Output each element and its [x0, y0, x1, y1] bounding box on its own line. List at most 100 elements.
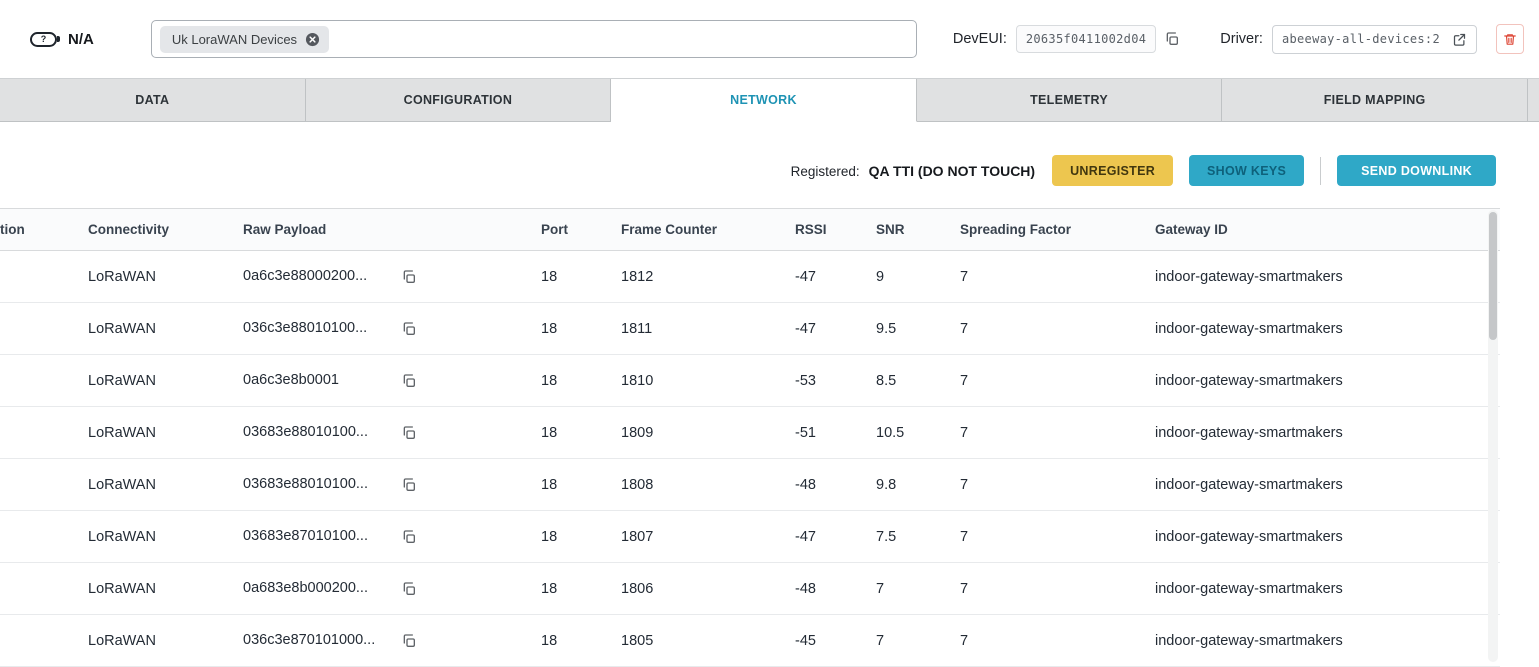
- raw-payload-value: 03683e88010100...: [243, 476, 393, 492]
- station-cell: [0, 563, 88, 615]
- rssi-cell: -47: [795, 251, 876, 303]
- snr-cell: 10.5: [876, 407, 960, 459]
- column-header: RSSI: [795, 209, 876, 251]
- external-link-icon[interactable]: [1452, 32, 1467, 47]
- raw-payload-cell: 036c3e88010100...: [243, 303, 541, 355]
- table-row[interactable]: LoRaWAN0a6c3e88000200...181812-4797indoo…: [0, 251, 1500, 303]
- chip-close-icon[interactable]: [305, 32, 320, 47]
- frame-counter-cell: 1805: [621, 615, 795, 667]
- frame-counter-cell: 1808: [621, 459, 795, 511]
- tab-field-mapping[interactable]: FIELD MAPPING: [1222, 79, 1528, 122]
- column-header: tion: [0, 209, 88, 251]
- station-cell: [0, 355, 88, 407]
- registered-label: Registered:: [791, 164, 860, 179]
- spreading-factor-cell: 7: [960, 511, 1155, 563]
- table-row[interactable]: LoRaWAN036c3e88010100...181811-479.57ind…: [0, 303, 1500, 355]
- spreading-factor-cell: 7: [960, 355, 1155, 407]
- connectivity-cell: LoRaWAN: [88, 251, 243, 303]
- raw-payload-cell: 0a683e8b000200...: [243, 563, 541, 615]
- delete-device-button[interactable]: [1496, 24, 1524, 54]
- table-row[interactable]: LoRaWAN036c3e870101000...181805-4577indo…: [0, 615, 1500, 667]
- gateway-id-cell: indoor-gateway-smartmakers: [1155, 459, 1500, 511]
- station-cell: [0, 459, 88, 511]
- port-cell: 18: [541, 355, 621, 407]
- copy-deveui-button[interactable]: [1162, 29, 1182, 49]
- copy-payload-icon[interactable]: [401, 373, 417, 389]
- rssi-cell: -53: [795, 355, 876, 407]
- raw-payload-cell: 0a6c3e8b0001: [243, 355, 541, 407]
- registered-status: Registered: QA TTI (DO NOT TOUCH): [791, 163, 1035, 179]
- copy-payload-icon[interactable]: [401, 477, 417, 493]
- copy-payload-icon[interactable]: [401, 581, 417, 597]
- frame-counter-cell: 1812: [621, 251, 795, 303]
- copy-payload-icon[interactable]: [401, 269, 417, 285]
- gateway-id-cell: indoor-gateway-smartmakers: [1155, 355, 1500, 407]
- table-row[interactable]: LoRaWAN03683e88010100...181809-5110.57in…: [0, 407, 1500, 459]
- table-scrollbar[interactable]: [1488, 210, 1498, 662]
- gateway-id-cell: indoor-gateway-smartmakers: [1155, 563, 1500, 615]
- table-header-row: tionConnectivityRaw PayloadPortFrame Cou…: [0, 209, 1500, 251]
- table-row[interactable]: LoRaWAN03683e87010100...181807-477.57ind…: [0, 511, 1500, 563]
- filter-chip-label: Uk LoraWAN Devices: [172, 32, 297, 47]
- copy-payload-icon[interactable]: [401, 425, 417, 441]
- device-detail-page: ? N/A Uk LoraWAN Devices DevEUI: 20635f0…: [0, 0, 1539, 666]
- driver-value-box: abeeway-all-devices:2: [1272, 25, 1477, 54]
- battery-unknown-icon: ?: [30, 32, 57, 47]
- spreading-factor-cell: 7: [960, 459, 1155, 511]
- frame-counter-cell: 1806: [621, 563, 795, 615]
- column-header: SNR: [876, 209, 960, 251]
- unregister-button[interactable]: UNREGISTER: [1052, 155, 1173, 186]
- uplink-table: tionConnectivityRaw PayloadPortFrame Cou…: [0, 208, 1500, 667]
- gateway-id-cell: indoor-gateway-smartmakers: [1155, 511, 1500, 563]
- tab-telemetry[interactable]: TELEMETRY: [917, 79, 1223, 122]
- connectivity-cell: LoRaWAN: [88, 615, 243, 667]
- table-row[interactable]: LoRaWAN0a683e8b000200...181806-4877indoo…: [0, 563, 1500, 615]
- snr-cell: 9.8: [876, 459, 960, 511]
- battery-question-glyph: ?: [41, 35, 47, 44]
- gateway-id-cell: indoor-gateway-smartmakers: [1155, 251, 1500, 303]
- port-cell: 18: [541, 303, 621, 355]
- station-cell: [0, 511, 88, 563]
- raw-payload-value: 03683e87010100...: [243, 528, 393, 544]
- frame-counter-cell: 1810: [621, 355, 795, 407]
- registered-value: QA TTI (DO NOT TOUCH): [869, 163, 1035, 179]
- deveui-value: 20635f0411002d04: [1016, 25, 1156, 53]
- port-cell: 18: [541, 615, 621, 667]
- snr-cell: 7: [876, 615, 960, 667]
- tab-configuration[interactable]: CONFIGURATION: [306, 79, 612, 122]
- copy-payload-icon[interactable]: [401, 633, 417, 649]
- tab-data[interactable]: DATA: [0, 79, 306, 122]
- snr-cell: 7: [876, 563, 960, 615]
- column-header: Port: [541, 209, 621, 251]
- uplink-table-container: tionConnectivityRaw PayloadPortFrame Cou…: [0, 208, 1500, 667]
- gateway-id-cell: indoor-gateway-smartmakers: [1155, 303, 1500, 355]
- trash-icon: [1503, 32, 1517, 47]
- spreading-factor-cell: 7: [960, 407, 1155, 459]
- table-body: LoRaWAN0a6c3e88000200...181812-4797indoo…: [0, 251, 1500, 667]
- frame-counter-cell: 1809: [621, 407, 795, 459]
- battery-status: ? N/A: [30, 31, 94, 48]
- copy-payload-icon[interactable]: [401, 321, 417, 337]
- raw-payload-cell: 03683e88010100...: [243, 407, 541, 459]
- raw-payload-cell: 03683e88010100...: [243, 459, 541, 511]
- filter-chip[interactable]: Uk LoraWAN Devices: [160, 26, 329, 53]
- raw-payload-cell: 03683e87010100...: [243, 511, 541, 563]
- scrollbar-thumb[interactable]: [1489, 212, 1497, 340]
- copy-payload-icon[interactable]: [401, 529, 417, 545]
- device-group-filter-input[interactable]: Uk LoraWAN Devices: [151, 20, 917, 58]
- battery-status-label: N/A: [68, 31, 94, 48]
- rssi-cell: -47: [795, 303, 876, 355]
- snr-cell: 9.5: [876, 303, 960, 355]
- send-downlink-button[interactable]: SEND DOWNLINK: [1337, 155, 1496, 186]
- snr-cell: 8.5: [876, 355, 960, 407]
- table-row[interactable]: LoRaWAN03683e88010100...181808-489.87ind…: [0, 459, 1500, 511]
- port-cell: 18: [541, 563, 621, 615]
- station-cell: [0, 303, 88, 355]
- connectivity-cell: LoRaWAN: [88, 303, 243, 355]
- rssi-cell: -48: [795, 459, 876, 511]
- station-cell: [0, 251, 88, 303]
- table-row[interactable]: LoRaWAN0a6c3e8b0001181810-538.57indoor-g…: [0, 355, 1500, 407]
- tab-network[interactable]: NETWORK: [611, 79, 917, 122]
- raw-payload-value: 0a683e8b000200...: [243, 580, 393, 596]
- show-keys-button[interactable]: SHOW KEYS: [1189, 155, 1304, 186]
